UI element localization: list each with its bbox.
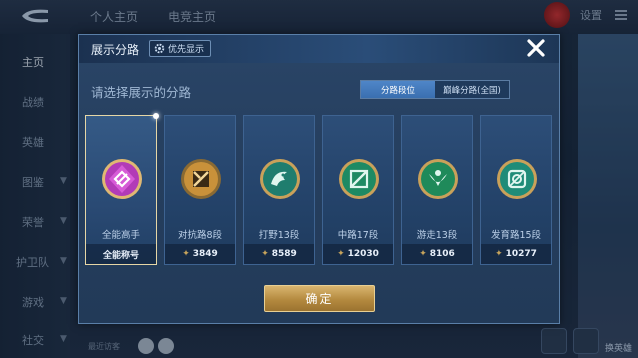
rank-star-icon: ✦ — [337, 249, 345, 259]
rank-star-icon: ✦ — [495, 249, 503, 259]
lane-card-footer-text: 8106 — [429, 249, 455, 259]
lane-card-name: 对抗路8段 — [177, 230, 223, 241]
lane-card-roam[interactable]: 游走13段 ✦ 8106 — [401, 115, 473, 265]
clash-lane-emblem-icon — [181, 159, 221, 199]
farm-lane-emblem-icon — [497, 159, 537, 199]
lane-card-name: 游走13段 — [416, 230, 458, 241]
lane-card-footer: ✦ 8589 — [244, 244, 314, 264]
rank-star-icon: ✦ — [419, 249, 427, 259]
lane-card-footer: ✦ 12030 — [323, 244, 393, 264]
lane-card-footer: ✦ 10277 — [481, 244, 551, 264]
lane-card-footer-text: 全能称号 — [102, 250, 139, 261]
dialog-header: 展示分路 优先显示 — [79, 35, 559, 63]
toggle-lane-rank[interactable]: 分路段位 — [361, 81, 435, 98]
lane-card-footer-text: 8589 — [271, 249, 297, 259]
dialog-title: 展示分路 — [91, 43, 140, 57]
lane-card-jungle[interactable]: 打野13段 ✦ 8589 — [243, 115, 315, 265]
lane-card-list: 全能高手 全能称号 对抗路8段 ✦ 3849 打野13段 ✦ 8589 中路17… — [85, 113, 553, 267]
confirm-button[interactable]: 确定 — [264, 285, 375, 312]
mid-lane-emblem-icon — [339, 159, 379, 199]
toggle-peak-lane[interactable]: 巅峰分路(全国) — [435, 81, 509, 98]
lane-card-footer-text: 3849 — [192, 249, 218, 259]
lane-card-footer: 全能称号 — [86, 244, 156, 264]
lane-card-footer: ✦ 3849 — [165, 244, 235, 264]
lane-card-footer-text: 10277 — [505, 249, 537, 259]
lane-mode-toggle: 分路段位 巅峰分路(全国) — [360, 80, 510, 99]
lane-card-footer-text: 12030 — [347, 249, 379, 259]
close-icon[interactable] — [525, 37, 547, 59]
priority-display-button[interactable]: 优先显示 — [149, 40, 212, 57]
all-round-emblem-icon — [102, 159, 142, 199]
lane-card-clash[interactable]: 对抗路8段 ✦ 3849 — [164, 115, 236, 265]
show-lane-dialog: 展示分路 优先显示 请选择展示的分路 分路段位 巅峰分路(全国) 全能高手 全能… — [78, 34, 560, 324]
dialog-subtitle: 请选择展示的分路 — [91, 85, 192, 100]
lane-card-footer: ✦ 8106 — [402, 244, 472, 264]
lane-card-name: 发育路15段 — [490, 230, 542, 241]
rank-star-icon: ✦ — [261, 249, 269, 259]
lane-card-all-round[interactable]: 全能高手 全能称号 — [85, 113, 159, 265]
roam-emblem-icon — [418, 159, 458, 199]
selected-glow-icon — [153, 113, 159, 119]
gear-icon — [154, 43, 165, 54]
jungle-emblem-icon — [260, 159, 300, 199]
lane-card-mid[interactable]: 中路17段 ✦ 12030 — [322, 115, 394, 265]
lane-card-name: 全能高手 — [101, 230, 140, 241]
lane-card-name: 中路17段 — [337, 230, 379, 241]
lane-card-farm[interactable]: 发育路15段 ✦ 10277 — [480, 115, 552, 265]
rank-star-icon: ✦ — [182, 249, 190, 259]
lane-card-name: 打野13段 — [258, 230, 300, 241]
priority-display-label: 优先显示 — [168, 45, 205, 55]
